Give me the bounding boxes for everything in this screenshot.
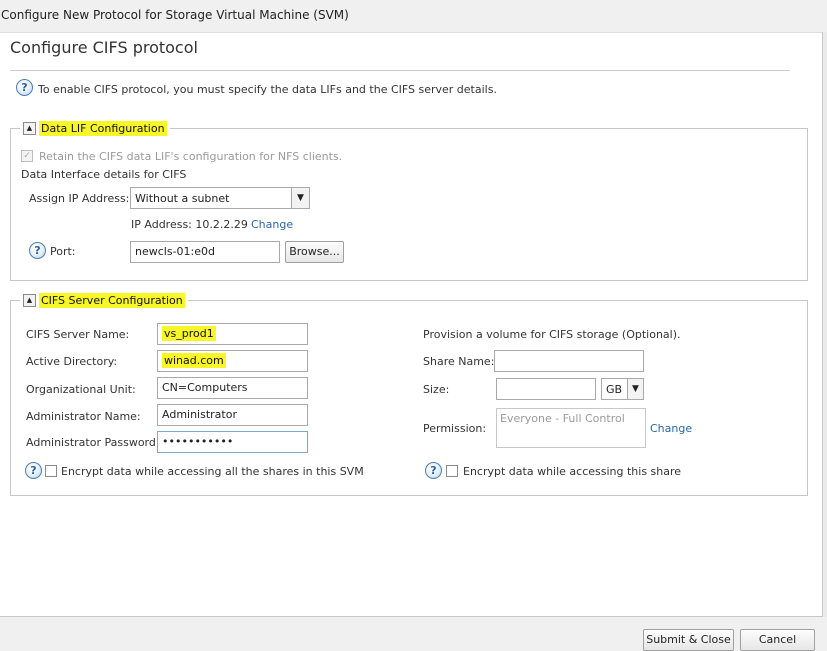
encrypt-all-checkbox[interactable]	[45, 465, 57, 477]
size-unit-value: GB	[606, 383, 623, 396]
provision-title: Provision a volume for CIFS storage (Opt…	[423, 328, 681, 341]
data-lif-legend: ▲ Data LIF Configuration	[20, 120, 170, 136]
size-label: Size:	[423, 383, 450, 396]
admin-name-label: Administrator Name:	[26, 410, 141, 423]
chevron-down-icon[interactable]: ▼	[291, 188, 309, 208]
page-title: Configure CIFS protocol	[10, 38, 198, 57]
data-interface-details-label: Data Interface details for CIFS	[21, 168, 187, 181]
encrypt-share-label: Encrypt data while accessing this share	[463, 465, 682, 478]
admin-password-label: Administrator Password:	[26, 436, 160, 449]
permission-box: Everyone - Full Control	[496, 408, 646, 448]
encrypt-all-label: Encrypt data while accessing all the sha…	[61, 465, 364, 478]
intro-text: To enable CIFS protocol, you must specif…	[38, 83, 497, 96]
change-ip-link[interactable]: Change	[251, 218, 293, 231]
port-label: Port:	[50, 245, 76, 258]
assign-ip-select[interactable]: Without a subnet ▼	[130, 187, 310, 209]
ip-address-text: IP Address: 10.2.2.29	[131, 218, 248, 231]
heading-divider	[10, 70, 790, 71]
browse-button[interactable]: Browse...	[285, 241, 344, 263]
active-directory-input[interactable]: winad.com	[157, 350, 308, 372]
assign-ip-value: Without a subnet	[135, 192, 230, 205]
encrypt-all-help-icon[interactable]: ?	[25, 462, 42, 479]
change-permission-link[interactable]: Change	[650, 422, 692, 435]
port-help-icon[interactable]: ?	[29, 242, 46, 259]
collapse-up-icon[interactable]: ▲	[23, 293, 36, 307]
cifs-server-legend: ▲ CIFS Server Configuration	[20, 292, 188, 308]
window-edge	[822, 32, 827, 617]
admin-password-input[interactable]: •••••••••••	[157, 431, 308, 453]
share-name-label: Share Name:	[423, 355, 495, 368]
cancel-button[interactable]: Cancel	[740, 629, 815, 651]
submit-close-button[interactable]: Submit & Close	[643, 629, 734, 651]
chevron-down-icon[interactable]: ▼	[627, 379, 643, 399]
server-name-label: CIFS Server Name:	[26, 328, 130, 341]
dialog-content: Configure CIFS protocol ? To enable CIFS…	[0, 32, 822, 617]
share-name-input[interactable]	[494, 350, 644, 372]
encrypt-share-help-icon[interactable]: ?	[425, 462, 442, 479]
server-name-input[interactable]: vs_prod1	[157, 323, 308, 345]
port-input[interactable]: newcls-01:e0d	[130, 241, 280, 263]
admin-name-input[interactable]: Administrator	[157, 404, 308, 426]
retain-lif-checkbox: ✓	[21, 150, 33, 162]
size-input[interactable]	[496, 378, 596, 400]
org-unit-input[interactable]: CN=Computers	[157, 377, 308, 399]
active-directory-label: Active Directory:	[26, 355, 118, 368]
size-unit-select[interactable]: GB ▼	[601, 378, 644, 400]
org-unit-label: Organizational Unit:	[26, 383, 136, 396]
permission-label: Permission:	[423, 422, 487, 435]
assign-ip-label: Assign IP Address:	[29, 192, 130, 205]
help-icon[interactable]: ?	[16, 79, 33, 96]
encrypt-share-checkbox[interactable]	[446, 465, 458, 477]
server-name-value: vs_prod1	[162, 326, 216, 341]
retain-lif-label: Retain the CIFS data LIF's configuration…	[39, 150, 343, 163]
cifs-server-legend-label: CIFS Server Configuration	[39, 292, 185, 308]
window-title: Configure New Protocol for Storage Virtu…	[0, 0, 827, 32]
collapse-up-icon[interactable]: ▲	[23, 121, 36, 135]
data-lif-legend-label: Data LIF Configuration	[39, 120, 167, 136]
active-directory-value: winad.com	[162, 353, 226, 368]
